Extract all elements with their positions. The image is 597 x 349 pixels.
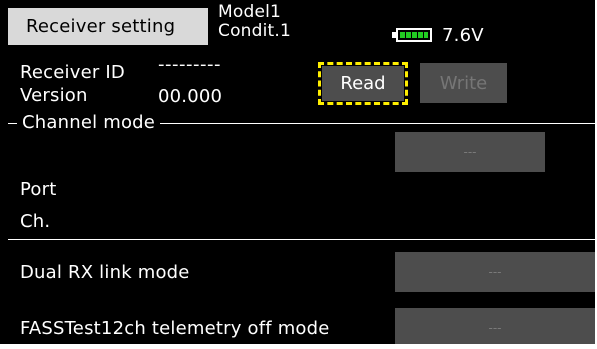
dual-rx-link-mode-label: Dual RX link mode <box>20 262 190 283</box>
page-title: Receiver setting <box>26 16 176 37</box>
channel-mode-button[interactable]: --- <box>395 132 545 172</box>
battery-icon <box>396 28 432 42</box>
model-name: Model1 <box>218 2 282 22</box>
fasstest-telemetry-off-mode-label: FASSTest12ch telemetry off mode <box>20 318 330 339</box>
write-button: Write <box>420 63 507 103</box>
battery-voltage: 7.6V <box>442 25 484 46</box>
fasstest-telemetry-off-mode-button[interactable]: --- <box>395 308 595 344</box>
read-button[interactable]: Read <box>322 66 404 101</box>
battery-level <box>400 32 428 38</box>
channel-mode-divider-left <box>8 123 17 124</box>
condition-name: Condit.1 <box>218 21 292 41</box>
receiver-setting-screen: Receiver setting Model1 Condit.1 7.6V Re… <box>0 0 597 349</box>
dual-rx-link-mode-button[interactable]: --- <box>395 252 595 292</box>
port-label: Port <box>20 179 57 200</box>
section-divider <box>8 239 595 240</box>
version-value: 00.000 <box>158 86 223 107</box>
receiver-id-label: Receiver ID <box>20 62 125 83</box>
channel-mode-section-label: Channel mode <box>22 112 156 133</box>
version-label: Version <box>20 85 88 106</box>
receiver-id-value: --------- <box>158 54 221 75</box>
channel-mode-divider-right <box>160 123 595 124</box>
ch-label: Ch. <box>20 211 51 232</box>
settings-panel: Receiver setting Model1 Condit.1 7.6V Re… <box>0 0 595 344</box>
